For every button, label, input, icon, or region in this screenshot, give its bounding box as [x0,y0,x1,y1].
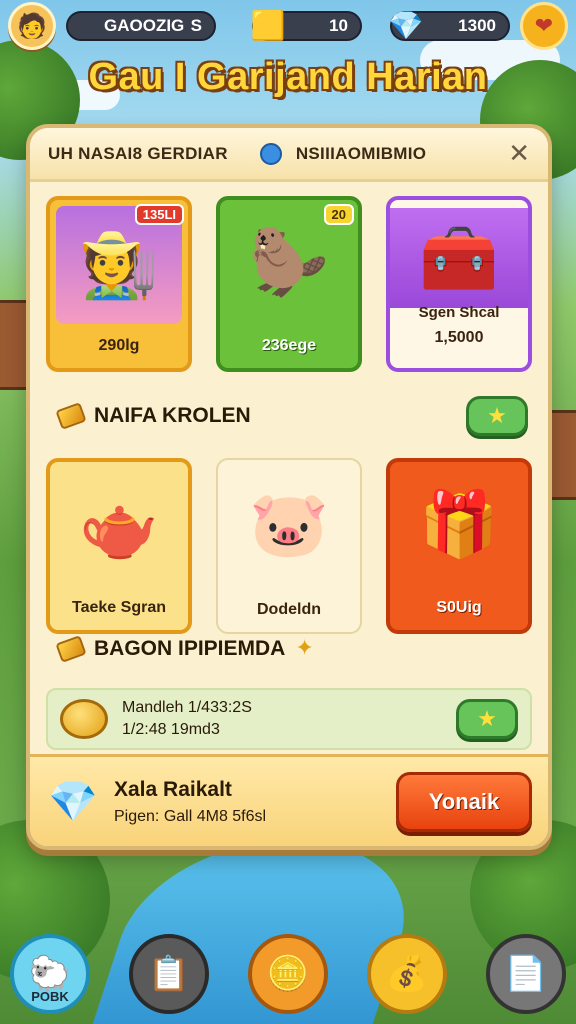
player-name: GAOOZIG [104,16,185,35]
reward-line-1: Mandleh 1/433:2S [122,699,252,716]
card-badge: 20 [323,204,354,225]
money-bag-icon: 💰 [385,954,429,994]
gold-counter[interactable]: 🟨 10 [251,10,362,41]
claim-title: Xala Raikalt [114,777,232,801]
mid-cards-row: 🫖 Taeke Sgran 🐷 Dodeldn 🎁 S0Uig [46,458,532,634]
reward-card-3[interactable]: 🧰 Sgen Shcal 1,5000 [386,196,532,372]
daily-rewards-panel: UH NASAI8 GERDIAR NSIIIAOMIBMIO ✕ 135LI … [26,124,552,850]
screen-title: Gau I Garijand Harian [88,56,488,98]
nav-home-button[interactable]: 🐑 POBK [10,934,90,1014]
bottom-nav: 🐑 POBK 📋 🪙 💰 📄 [10,928,566,1014]
player-avatar[interactable]: 🧑 [8,2,56,50]
gem-counter[interactable]: 💎 1300 [389,10,510,41]
teapot-icon: 🫖 [79,490,159,565]
gold-bar-icon: 🟨 [250,9,286,41]
player-level: S [190,16,202,35]
card-label: Dodeldn [257,601,321,618]
star-button[interactable]: ★ [466,396,528,436]
machine-icon: 🧰 [390,208,528,308]
gold-amount: 10 [329,16,348,35]
sheep-icon: 🐑 [28,954,72,994]
gold-bars-icon: 🪙 [266,954,310,994]
claim-subtitle: Pigen: Gall 4M8 5f6sl [114,807,267,825]
claim-box: 💎 Xala Raikalt Pigen: Gall 4M8 5f6sl Yon… [30,754,548,846]
section-header-2: BAGON IPIPIEMDA ✦ [55,634,528,663]
section-title: BAGON IPIPIEMDA [94,636,286,660]
card-subtitle: Sgen Shcal [418,304,500,321]
settings-button[interactable]: ❤ [520,2,568,50]
gem-icon: 💎 [388,9,424,41]
nav-shop-button[interactable]: 🪙 [248,934,328,1014]
star-button[interactable]: ★ [456,699,518,739]
section-title: NAIFA KROLEN [94,404,251,427]
item-card-3[interactable]: 🎁 S0Uig [386,458,532,634]
reward-info: Mandleh 1/433:2S 1/2:48 19md3 [122,697,252,741]
player-name-pill: GAOOZIG S [66,11,216,41]
section-header-1: NAIFA KROLEN ★ [55,396,528,436]
item-card-2[interactable]: 🐷 Dodeldn [216,458,362,634]
coin-icon [60,699,108,739]
card-label: Taeke Sgran [72,599,166,616]
diamond-icon: 💎 [48,779,98,825]
card-label: 290lg [98,337,140,354]
nav-label: POBK [31,989,69,1004]
reward-card-1[interactable]: 135LI 🧑‍🌾 290lg [46,196,192,372]
top-cards-row: 135LI 🧑‍🌾 290lg 20 🦫 236ege 🧰 Sgen Shcal… [46,196,532,372]
claim-info: Xala Raikalt Pigen: Gall 4M8 5f6sl [114,778,266,826]
nav-notes-button[interactable]: 📄 [486,934,566,1014]
gold-bar-icon [55,634,87,663]
reward-card-2[interactable]: 20 🦫 236ege [216,196,362,372]
tab-right[interactable]: NSIIIAOMIBMIO [296,144,426,164]
star-icon: ★ [487,403,507,429]
document-icon: 📄 [504,954,548,994]
heart-icon: ❤ [534,13,554,39]
item-card-1[interactable]: 🫖 Taeke Sgran [46,458,192,634]
star-icon: ★ [477,706,497,732]
card-badge: 135LI [134,204,184,225]
nav-tasks-button[interactable]: 📋 [129,934,209,1014]
gem-amount: 1300 [458,16,496,35]
piggy-bank-icon: 🐷 [249,487,329,562]
tab-orb-icon [259,142,282,165]
nav-money-button[interactable]: 💰 [367,934,447,1014]
close-icon[interactable]: ✕ [508,139,530,169]
top-bar: 🧑 GAOOZIG S 🟨 10 💎 1300 ❤ [8,2,568,50]
gold-bar-icon [55,402,87,430]
tab-left[interactable]: UH NASAI8 GERDIAR [48,144,228,164]
claim-button[interactable]: Yonaik [396,771,532,832]
clipboard-icon: 📋 [147,954,191,994]
reward-line-2: 1/2:48 19md3 [122,721,220,738]
card-label: 236ege [261,337,317,354]
sparkle-icon: ✦ [295,636,314,661]
panel-header: UH NASAI8 GERDIAR NSIIIAOMIBMIO ✕ [30,128,548,182]
card-label: S0Uig [436,599,482,616]
reward-row: Mandleh 1/433:2S 1/2:48 19md3 ★ [46,688,532,750]
treasure-chest-icon: 🎁 [419,487,499,562]
